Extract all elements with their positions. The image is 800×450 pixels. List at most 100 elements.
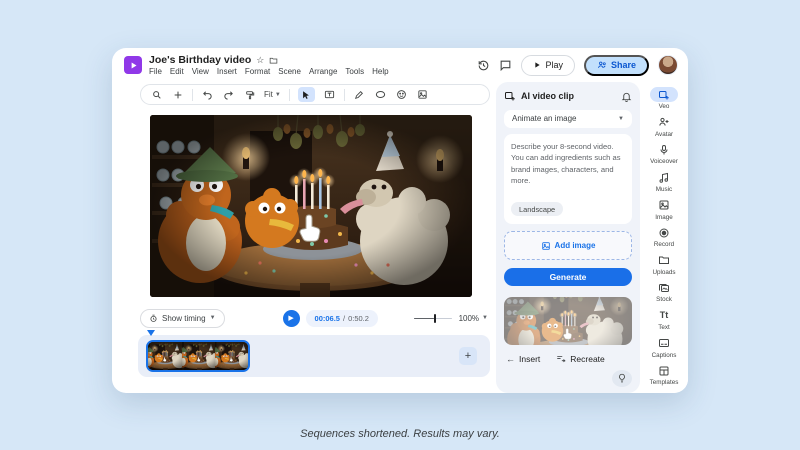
menu-view[interactable]: View [192, 67, 209, 76]
zoom-fit-label: Fit [264, 90, 273, 99]
add-clip-button[interactable]: + [459, 347, 477, 365]
sidebar-item-templates[interactable]: Templates [642, 361, 686, 389]
generated-preview-thumbnail[interactable] [504, 297, 632, 345]
play-button[interactable]: Play [521, 55, 575, 76]
share-button[interactable]: Share [584, 55, 649, 76]
stock-media-icon [650, 280, 678, 295]
prompt-placeholder: Describe your 8-second video. You can ad… [511, 141, 625, 187]
ai-clip-icon [504, 90, 516, 102]
vids-logo-icon[interactable] [124, 56, 142, 74]
video-canvas[interactable] [150, 115, 472, 297]
menu-edit[interactable]: Edit [170, 67, 184, 76]
text-box-icon[interactable] [323, 87, 336, 102]
zoom-tool-icon[interactable] [150, 87, 163, 102]
menu-help[interactable]: Help [372, 67, 388, 76]
sidebar-item-text[interactable]: Tt Text [642, 306, 686, 334]
timeline-filmstrip[interactable]: + [138, 335, 490, 377]
insert-image-icon[interactable] [416, 87, 429, 102]
disclaimer-caption: Sequences shortened. Results may vary. [0, 428, 800, 440]
sidebar-item-image[interactable]: Image [642, 195, 686, 223]
bell-icon[interactable] [621, 91, 632, 102]
paint-format-icon[interactable] [243, 87, 256, 102]
menu-bar: File Edit View Insert Format Scene Arran… [149, 67, 389, 76]
sidebar-item-music[interactable]: Music [642, 168, 686, 196]
play-button-label: Play [545, 60, 563, 70]
sidebar-item-uploads[interactable]: Uploads [642, 251, 686, 279]
timeline-play-button[interactable]: ▶ [283, 310, 300, 327]
toolbar: Fit▼ [140, 84, 490, 105]
timing-icon [149, 314, 158, 323]
show-timing-dropdown[interactable]: Show timing ▼ [140, 309, 225, 328]
uploads-folder-icon [650, 253, 678, 268]
editor-area: Fit▼ Show timing [112, 82, 496, 393]
star-icon[interactable]: ☆ [256, 56, 264, 65]
sidebar-item-voiceover[interactable]: Voiceover [642, 140, 686, 168]
image-icon [650, 198, 678, 213]
current-time: 00:06.5 [315, 314, 340, 323]
add-image-button[interactable]: Add image [504, 231, 632, 260]
voiceover-icon [650, 142, 678, 157]
document-title[interactable]: Joe's Birthday video [149, 54, 251, 66]
timecode: 00:06.5 / 0:50.2 [306, 310, 378, 327]
select-tool-icon[interactable] [298, 87, 315, 102]
mode-dropdown-value: Animate an image [512, 114, 576, 123]
comment-icon[interactable] [499, 59, 512, 72]
menu-format[interactable]: Format [245, 67, 270, 76]
panel-title: AI video clip [521, 91, 574, 101]
app-header: Joe's Birthday video ☆ File Edit View In… [112, 48, 688, 82]
menu-scene[interactable]: Scene [278, 67, 301, 76]
playhead-marker[interactable] [147, 330, 155, 336]
show-timing-label: Show timing [162, 314, 206, 323]
move-folder-icon[interactable] [269, 56, 278, 65]
menu-arrange[interactable]: Arrange [309, 67, 337, 76]
sidebar-item-record[interactable]: Record [642, 223, 686, 251]
captions-icon [650, 336, 678, 351]
insert-label: Insert [519, 354, 540, 364]
mode-dropdown[interactable]: Animate an image ▼ [504, 110, 632, 128]
insert-button[interactable]: ← Insert [506, 354, 540, 364]
desktop-background: Joe's Birthday video ☆ File Edit View In… [0, 0, 800, 450]
title-block: Joe's Birthday video ☆ File Edit View In… [149, 54, 389, 76]
selected-timeline-clip[interactable] [146, 340, 250, 372]
sidebar-item-avatar[interactable]: Avatar [642, 113, 686, 141]
music-icon [650, 170, 678, 185]
pen-icon[interactable] [353, 87, 366, 102]
prompt-input[interactable]: Describe your 8-second video. You can ad… [504, 134, 632, 224]
recreate-icon [556, 354, 566, 364]
timeline-zoom-slider[interactable] [414, 313, 452, 323]
menu-file[interactable]: File [149, 67, 162, 76]
sidebar-item-stock[interactable]: Stock [642, 278, 686, 306]
app-window: Joe's Birthday video ☆ File Edit View In… [112, 48, 688, 393]
redo-icon[interactable] [222, 87, 235, 102]
shapes-icon[interactable] [374, 87, 387, 102]
recreate-button[interactable]: Recreate [556, 354, 605, 364]
sidebar-item-veo[interactable]: Veo [642, 85, 686, 113]
sidebar-item-captions[interactable]: Captions [642, 333, 686, 361]
account-avatar[interactable] [658, 55, 678, 75]
aspect-ratio-chip[interactable]: Landscape [511, 202, 563, 216]
emoji-icon[interactable] [395, 87, 408, 102]
menu-insert[interactable]: Insert [217, 67, 237, 76]
record-icon [650, 225, 678, 240]
playback-controls: Show timing ▼ ▶ 00:06.5 / 0:50.2 [140, 308, 488, 328]
recreate-label: Recreate [570, 354, 605, 364]
total-time: 0:50.2 [348, 314, 369, 323]
video-frame-puppet-birthday-scene [150, 115, 472, 297]
add-image-icon [541, 241, 551, 251]
text-icon: Tt [650, 308, 678, 323]
templates-icon [650, 363, 678, 378]
right-sidebar: Veo Avatar Voiceover Music Image [640, 82, 688, 393]
idea-lightbulb-button[interactable] [612, 370, 632, 387]
ai-video-clip-panel: AI video clip Animate an image ▼ Describ… [496, 82, 640, 393]
menu-tools[interactable]: Tools [345, 67, 364, 76]
avatar-icon [650, 115, 678, 130]
zoom-fit-select[interactable]: Fit▼ [264, 90, 281, 99]
undo-icon[interactable] [201, 87, 214, 102]
timeline-zoom-level[interactable]: 100%▼ [459, 314, 488, 323]
generate-button[interactable]: Generate [504, 268, 632, 286]
share-button-label: Share [611, 60, 636, 70]
version-history-icon[interactable] [477, 59, 490, 72]
add-scene-icon[interactable] [171, 87, 184, 102]
veo-icon [650, 87, 678, 102]
add-image-label: Add image [555, 241, 596, 250]
